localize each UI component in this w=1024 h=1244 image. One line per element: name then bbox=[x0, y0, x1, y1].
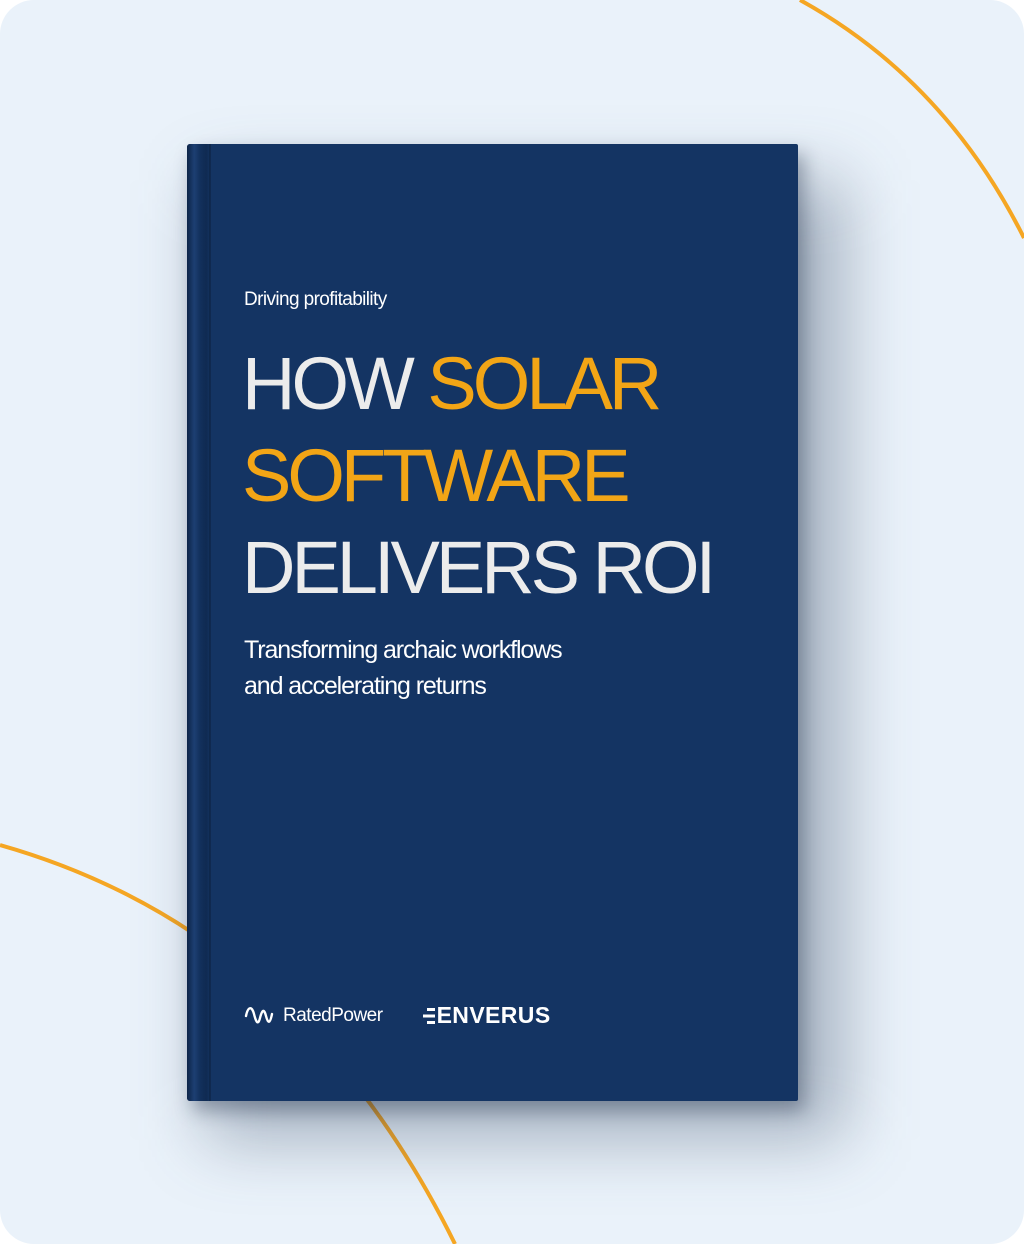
enverus-logo: ENVERUS bbox=[422, 1002, 551, 1029]
title-line-2: SOFTWARE bbox=[242, 434, 631, 517]
ratedpower-logo: RatedPower bbox=[244, 1004, 383, 1028]
subtitle-line-1: Transforming archaic workflows bbox=[244, 636, 563, 664]
enverus-wordmark: ENVERUS bbox=[436, 1002, 551, 1028]
partner-logos: RatedPower ENVERUS bbox=[244, 1002, 551, 1029]
background-canvas: Driving profitability HOW SOLAR SOFTWARE… bbox=[0, 0, 1024, 1244]
cover-eyebrow: Driving profitability bbox=[244, 289, 387, 310]
cover-title: HOW SOLAR SOFTWARE DELIVERS ROI bbox=[242, 338, 716, 614]
ratedpower-wave-icon bbox=[244, 1006, 274, 1024]
ratedpower-wordmark: RatedPower bbox=[283, 1004, 383, 1026]
title-line-3: DELIVERS ROI bbox=[242, 526, 716, 609]
cover-subtitle: Transforming archaic workflows and accel… bbox=[244, 632, 563, 704]
spine-crease bbox=[209, 144, 211, 1101]
book-spine bbox=[187, 144, 211, 1101]
enverus-mark-icon bbox=[422, 1007, 435, 1024]
ebook-cover[interactable]: Driving profitability HOW SOLAR SOFTWARE… bbox=[187, 144, 798, 1101]
title-line-1: HOW SOLAR bbox=[242, 342, 662, 425]
subtitle-line-2: and accelerating returns bbox=[244, 672, 487, 700]
